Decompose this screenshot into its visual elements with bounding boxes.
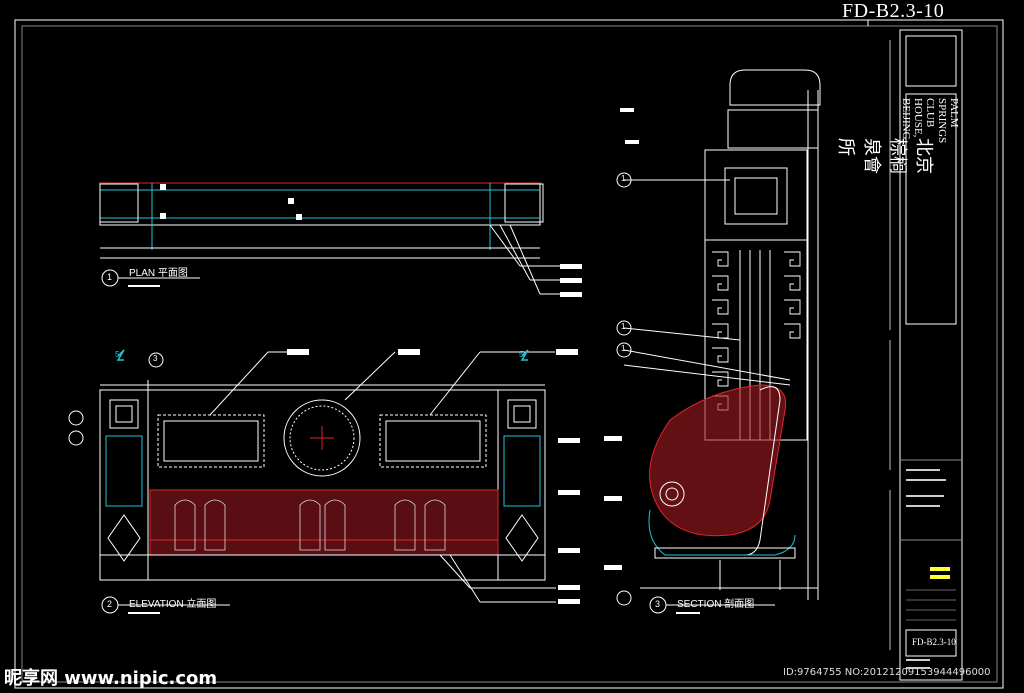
callout-5a: 5 bbox=[115, 350, 120, 359]
sheet-box-number: FD-B2.3-10 bbox=[912, 637, 956, 647]
section-number: 3 bbox=[655, 599, 661, 609]
callout-1b: 1 bbox=[621, 322, 626, 331]
elevation-view bbox=[68, 349, 580, 614]
plan-view bbox=[99, 182, 582, 297]
callout-1a: 1 bbox=[621, 174, 626, 183]
callout-1c: 1 bbox=[621, 344, 626, 353]
section-label: SECTION 剖面图 bbox=[677, 599, 755, 610]
plan-number: 1 bbox=[107, 272, 113, 282]
sheet-number: FD-B2.3-10 bbox=[842, 0, 945, 22]
project-title-en-text: PALM SPRINGS CLUB HOUSE, BEIJING bbox=[900, 98, 960, 144]
watermark-id: ID:9764755 NO:20121209153944496000 bbox=[783, 667, 991, 678]
watermark-nipic: 昵享网 www.nipic.com bbox=[4, 668, 218, 689]
elevation-number: 2 bbox=[107, 599, 113, 609]
section-marks bbox=[116, 349, 529, 361]
project-title-en: PALM SPRINGS CLUB HOUSE, BEIJING bbox=[900, 98, 960, 320]
plan-label: PLAN 平面图 bbox=[129, 268, 188, 279]
cad-drawing bbox=[14, 19, 1004, 689]
elevation-label: ELEVATION 立面图 bbox=[129, 599, 217, 610]
callout-5b: 5 bbox=[519, 350, 524, 359]
callout-3: 3 bbox=[153, 354, 158, 363]
section-view bbox=[604, 69, 821, 614]
